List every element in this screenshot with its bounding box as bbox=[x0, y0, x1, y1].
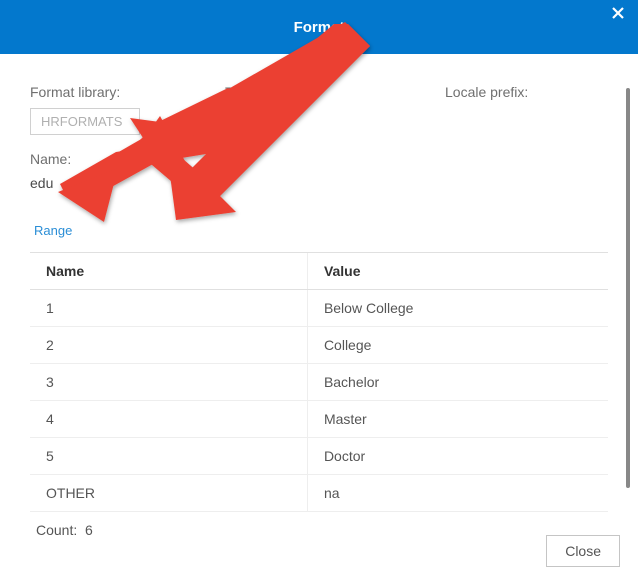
type-label: Type: bbox=[225, 84, 445, 100]
scrollbar[interactable] bbox=[626, 88, 630, 488]
cell-name: 3 bbox=[30, 364, 307, 401]
range-table: Name Value 1 Below College 2 College 3 B… bbox=[30, 252, 608, 548]
cell-value: Master bbox=[307, 401, 608, 438]
dialog-body: Format library: HRFORMATS Type: Numeric … bbox=[0, 54, 638, 558]
format-library-input[interactable]: HRFORMATS bbox=[30, 108, 140, 135]
tab-range[interactable]: Range bbox=[30, 215, 76, 248]
tab-bar: Range bbox=[30, 215, 608, 248]
cell-value: na bbox=[307, 475, 608, 512]
info-row: Format library: HRFORMATS Type: Numeric … bbox=[30, 84, 608, 135]
count-value: 6 bbox=[85, 522, 93, 538]
count-label: Count: bbox=[36, 522, 77, 538]
table-row: 1 Below College bbox=[30, 290, 608, 327]
dialog-title: Format bbox=[294, 19, 345, 36]
col-header-value: Value bbox=[307, 253, 608, 290]
dialog-footer: Close bbox=[546, 535, 620, 567]
cell-name: OTHER bbox=[30, 475, 307, 512]
table-row: OTHER na bbox=[30, 475, 608, 512]
close-icon[interactable] bbox=[612, 6, 624, 24]
cell-value: Bachelor bbox=[307, 364, 608, 401]
col-header-name: Name bbox=[30, 253, 307, 290]
name-label: Name: bbox=[30, 151, 608, 167]
cell-value: College bbox=[307, 327, 608, 364]
cell-name: 2 bbox=[30, 327, 307, 364]
format-library-label: Format library: bbox=[30, 84, 225, 100]
cell-value: Doctor bbox=[307, 438, 608, 475]
table-row: 4 Master bbox=[30, 401, 608, 438]
type-value: Numeric bbox=[225, 108, 445, 124]
table-row: 5 Doctor bbox=[30, 438, 608, 475]
name-section: Name: edu bbox=[30, 151, 608, 191]
close-button[interactable]: Close bbox=[546, 535, 620, 567]
name-value: edu bbox=[30, 175, 608, 191]
cell-name: 4 bbox=[30, 401, 307, 438]
table-row: 3 Bachelor bbox=[30, 364, 608, 401]
cell-name: 1 bbox=[30, 290, 307, 327]
dialog-header: Format bbox=[0, 0, 638, 54]
locale-prefix-label: Locale prefix: bbox=[445, 84, 608, 100]
cell-name: 5 bbox=[30, 438, 307, 475]
cell-value: Below College bbox=[307, 290, 608, 327]
table-row: 2 College bbox=[30, 327, 608, 364]
count-row: Count: 6 bbox=[30, 512, 608, 548]
